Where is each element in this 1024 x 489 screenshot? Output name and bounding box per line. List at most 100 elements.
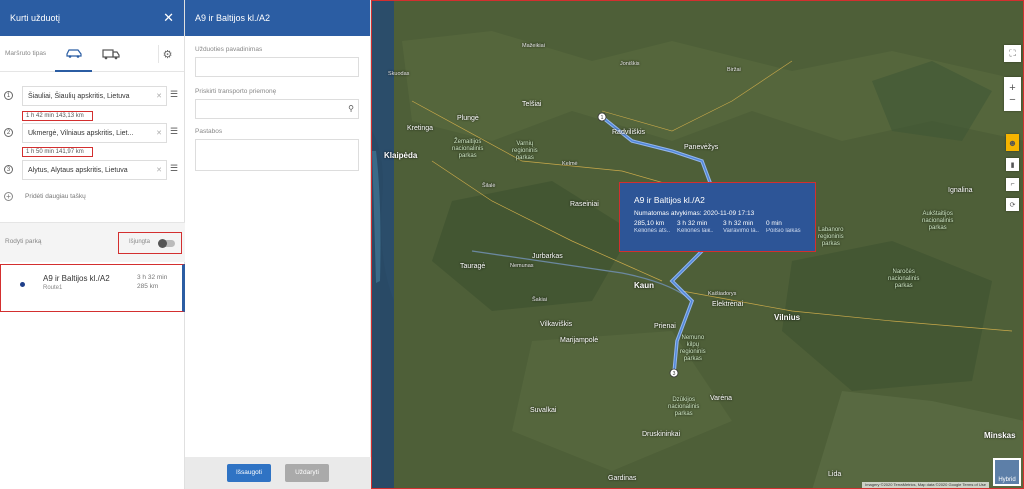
close-button[interactable]: Uždaryti (285, 464, 329, 482)
fullscreen-icon: ⛶ (1009, 48, 1016, 58)
city-label: Plungė (457, 115, 479, 122)
park-label: Dzūkijos nacionalinis parkas (668, 397, 700, 417)
truck-tab[interactable] (92, 36, 129, 72)
toggle-switch[interactable] (158, 239, 175, 248)
park-label: Naročės nacionalinis parkas (888, 269, 920, 289)
city-label: Radviliškis (612, 129, 646, 136)
details-footer: Išsaugoti Uždaryti (185, 457, 371, 489)
search-icon[interactable]: ⚲ (348, 104, 354, 113)
waypoint-address-input[interactable]: Šiauliai, Šiaulių apskritis, Lietuva ✕ (22, 86, 167, 106)
refresh-button[interactable]: ⟳ (1006, 198, 1019, 211)
city-label: Jurbarkas (532, 253, 563, 260)
details-title: A9 ir Baltijos kl./A2 (185, 0, 370, 36)
river-label: Nemunas (510, 263, 534, 269)
show-parks-row: Rodyti parką Išjungta (0, 222, 185, 262)
park-label: Nemuno kilpų regioninis parkas (680, 335, 706, 362)
route-settings-button[interactable]: ⚙ (158, 45, 176, 63)
city-label: Šilalė (482, 183, 496, 189)
task-name-input[interactable] (195, 57, 359, 77)
popup-stat-value: 3 h 32 min (723, 220, 754, 227)
city-label: Prienai (654, 323, 676, 330)
city-label: Ignalina (948, 187, 973, 194)
route-list-item[interactable]: A9 ir Baltijos kl./A2 Route1 3 h 32 min … (0, 264, 185, 312)
city-label: Kretinga (407, 125, 434, 132)
waypoint-address: Alytus, Alytaus apskritis, Lietuva (28, 167, 128, 174)
show-parks-label: Rodyti parką (5, 238, 42, 245)
city-label: Lida (828, 471, 842, 478)
city-label: Mažeikiai (522, 43, 545, 49)
city-label: Šakiai (532, 297, 547, 303)
city-label: Kaun (634, 281, 654, 290)
add-stop-icon[interactable]: ☰ (170, 163, 180, 174)
route-duration: 3 h 32 min (137, 274, 168, 281)
popup-stat-value: 285,10 km (634, 220, 665, 227)
street-view-button[interactable]: ☻ (1006, 134, 1019, 151)
city-label: Druskininkai (642, 431, 681, 438)
zoom-in-button[interactable]: + (1009, 82, 1015, 94)
parks-toggle[interactable]: Išjungta (118, 232, 182, 254)
task-details-panel: A9 ir Baltijos kl./A2 Užduoties pavadini… (185, 0, 371, 489)
save-button[interactable]: Išsaugoti (227, 464, 271, 482)
city-label: Tauragė (460, 263, 486, 270)
waypoint-address: Ukmergė, Vilniaus apskritis, Liet... (28, 130, 134, 137)
popup-stat-label: Vairavimo la... (723, 228, 759, 234)
ruler-button[interactable]: ⌐ (1006, 178, 1019, 191)
route-distance: 285 km (137, 283, 159, 290)
notes-label: Pastabos (195, 128, 223, 135)
add-more-points-button[interactable]: + Pridėti daugiau taškų (4, 192, 86, 201)
segment-info: 1 h 42 min 143,13 km (22, 111, 93, 121)
city-label: Skuodas (388, 71, 410, 77)
toggle-state-label: Išjungta (129, 239, 151, 245)
waypoint-number: 2 (4, 128, 13, 137)
popup-stat-value: 0 min (766, 220, 782, 227)
popup-stat-value: 3 h 32 min (677, 220, 708, 227)
zoom-out-button[interactable]: − (1009, 94, 1015, 106)
popup-eta: Numatomas atvykimas: 2020-11-09 17:13 (634, 210, 755, 217)
pegman-icon: ☻ (1007, 137, 1018, 148)
fullscreen-button[interactable]: ⛶ (1004, 45, 1021, 62)
map-view[interactable]: 1 3 Klaipėda Kretinga Plungė Telšiai Maž… (371, 0, 1024, 489)
waypoint-address-input[interactable]: Ukmergė, Vilniaus apskritis, Liet... ✕ (22, 123, 167, 143)
route-color-dot (20, 282, 25, 287)
city-label: Kelmė (562, 161, 578, 167)
city-label: Joniškis (620, 61, 640, 67)
notes-textarea[interactable] (195, 139, 359, 171)
traffic-button[interactable]: ▮ (1006, 158, 1019, 171)
city-label: Marijampolė (560, 337, 599, 344)
city-label: Telšiai (522, 101, 542, 108)
waypoint-address-input[interactable]: Alytus, Alytaus apskritis, Lietuva ✕ (22, 160, 167, 180)
route-type-selector: Maršruto tipas ⚙ (0, 36, 184, 72)
city-label: Elektrėnai (712, 301, 744, 308)
city-label: Vilkaviškis (540, 321, 573, 328)
add-stop-icon[interactable]: ☰ (170, 89, 180, 100)
popup-title: A9 ir Baltijos kl./A2 (634, 195, 705, 205)
waypoint-address: Šiauliai, Šiaulių apskritis, Lietuva (28, 93, 130, 100)
vehicle-input[interactable]: ⚲ (195, 99, 359, 119)
city-label: Panevėžys (684, 144, 719, 151)
city-label: Varėna (710, 395, 733, 402)
city-label: Biržai (727, 67, 741, 73)
add-stop-icon[interactable]: ☰ (170, 126, 180, 137)
map-type-hybrid-button[interactable]: Hybrid (993, 458, 1021, 486)
map-attribution: Imagery ©2020 TerraMetrics, Map data ©20… (862, 482, 989, 488)
svg-text:1: 1 (601, 115, 604, 121)
plus-icon: + (4, 192, 13, 201)
zoom-control: + − (1004, 77, 1021, 111)
create-task-panel: Kurti užduotį ✕ Maršruto tipas ⚙ 1 Šiaul… (0, 0, 185, 489)
clear-icon[interactable]: ✕ (156, 161, 162, 179)
clear-icon[interactable]: ✕ (156, 87, 162, 105)
route-popup[interactable]: A9 ir Baltijos kl./A2 Numatomas atvykima… (619, 182, 816, 252)
close-icon[interactable]: ✕ (163, 10, 174, 26)
route-type-label: Maršruto tipas (5, 50, 47, 57)
city-label: Gardinas (608, 475, 637, 482)
waypoint-number: 1 (4, 91, 13, 100)
clear-icon[interactable]: ✕ (156, 124, 162, 142)
city-label: Vilnius (774, 313, 801, 322)
gear-icon: ⚙ (162, 48, 173, 61)
popup-stat-label: Kelionės ats... (634, 228, 670, 234)
task-name-label: Užduoties pavadinimas (195, 46, 263, 53)
car-tab[interactable] (55, 36, 92, 72)
park-label: Aukštaitijos nacionalinis parkas (922, 211, 954, 231)
vehicle-label: Priskirti transporto priemonę (195, 88, 277, 95)
city-label: Raseiniai (570, 201, 599, 208)
